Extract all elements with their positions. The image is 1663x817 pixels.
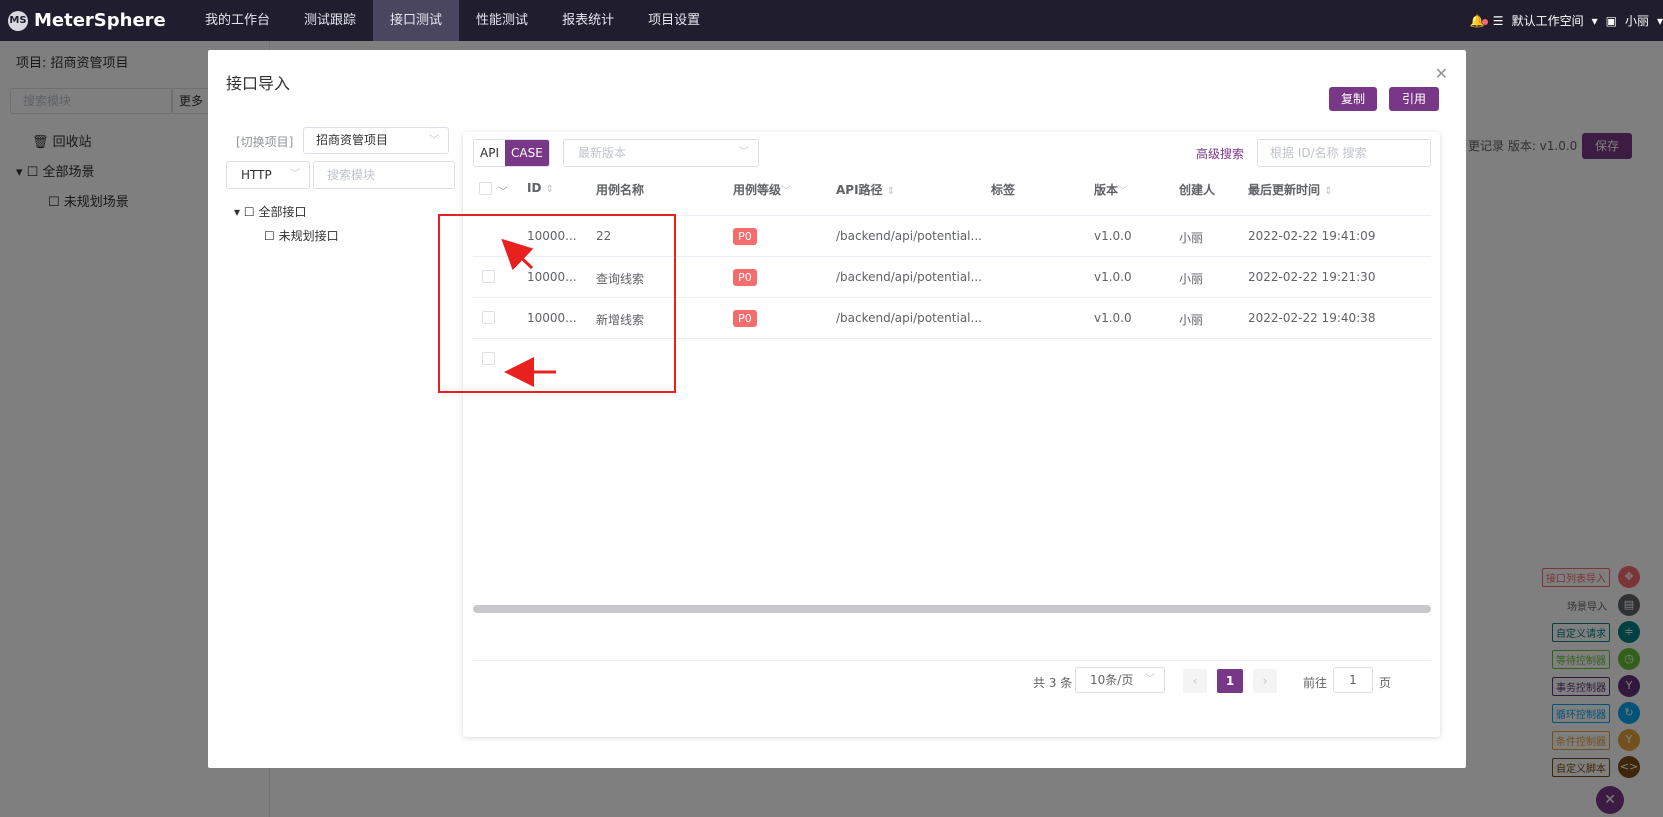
annotation-arrows xyxy=(501,238,556,387)
arrow-to-missing-checkbox xyxy=(501,238,534,271)
